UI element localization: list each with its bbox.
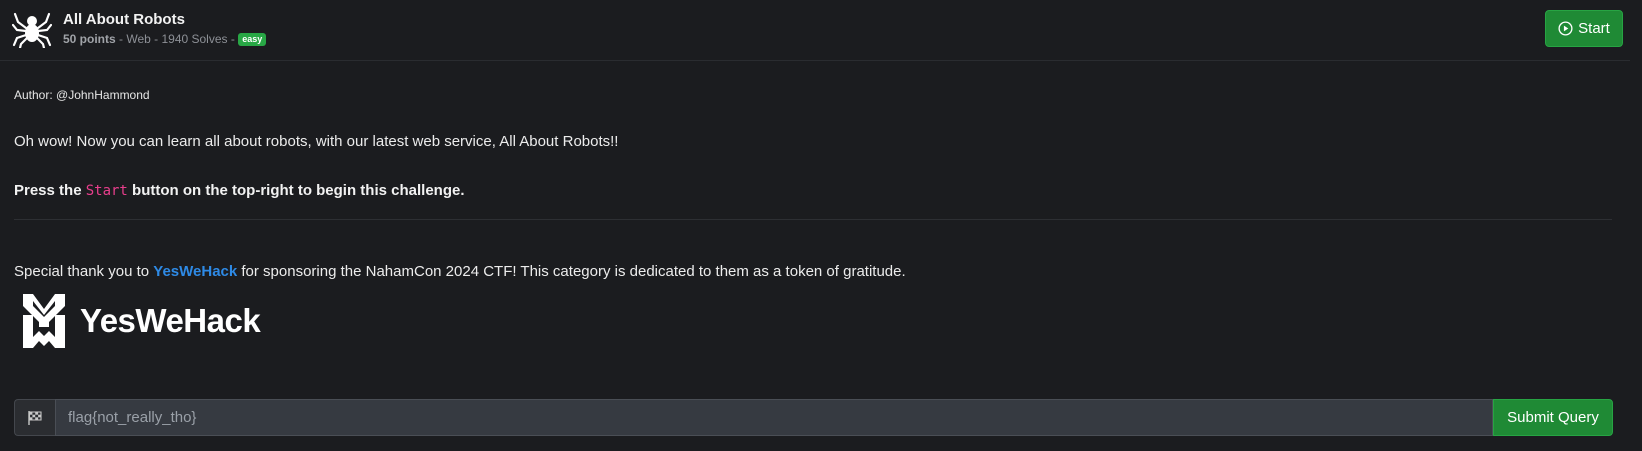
spider-icon — [12, 12, 52, 48]
flag-input[interactable] — [55, 399, 1493, 436]
yeswehack-logo: YesWeHack — [22, 293, 261, 349]
instruction-suffix: button on the top-right to begin this ch… — [127, 182, 465, 199]
sponsor-thanks: Special thank you to YesWeHack for spons… — [14, 263, 906, 280]
start-instruction: Press the Start button on the top-right … — [14, 182, 465, 199]
points-label: 50 points — [63, 32, 116, 46]
submit-button[interactable]: Submit Query — [1493, 399, 1613, 436]
instruction-prefix: Press the — [14, 182, 86, 199]
yeswehack-logo-icon — [23, 294, 65, 348]
start-button-label: Start — [1578, 20, 1610, 37]
thanks-suffix: for sponsoring the NahamCon 2024 CTF! Th… — [237, 263, 906, 280]
author-line: Author: @JohnHammond — [14, 88, 150, 102]
yeswehack-link[interactable]: YesWeHack — [153, 263, 237, 280]
flag-submission-form: Submit Query — [14, 399, 1613, 436]
difficulty-badge: easy — [238, 33, 267, 46]
thanks-prefix: Special thank you to — [14, 263, 154, 280]
play-circle-icon — [1558, 21, 1573, 36]
challenge-description: Oh wow! Now you can learn all about robo… — [14, 133, 619, 150]
start-code: Start — [85, 183, 128, 199]
scrollbar[interactable] — [1630, 0, 1642, 451]
start-button[interactable]: Start — [1545, 10, 1623, 47]
challenge-title: All About Robots — [63, 11, 185, 28]
challenge-meta: 50 points - Web - 1940 Solves - easy — [63, 32, 267, 46]
yeswehack-logo-text: YesWeHack — [80, 302, 261, 339]
flag-icon-container — [14, 399, 55, 436]
challenge-header: All About Robots 50 points - Web - 1940 … — [0, 0, 1630, 61]
flag-icon — [28, 410, 42, 425]
divider — [14, 219, 1612, 220]
meta-details: - Web - 1940 Solves - — [115, 32, 239, 46]
